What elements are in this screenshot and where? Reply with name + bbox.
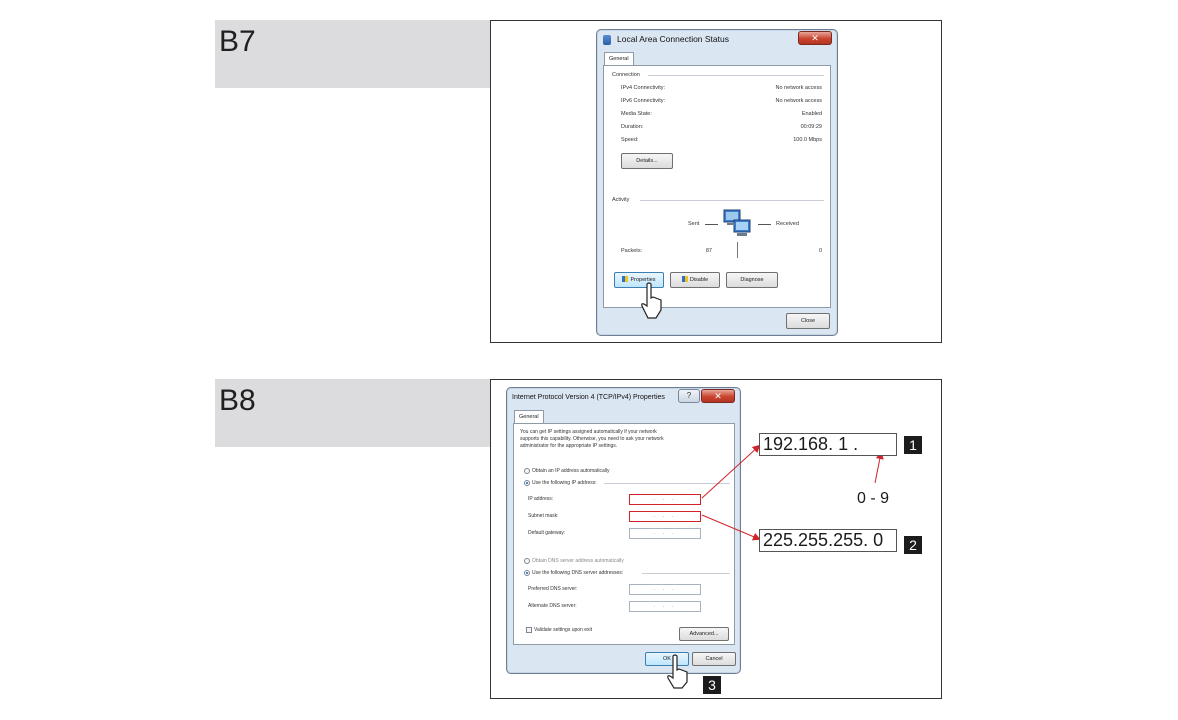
shield-icon: [681, 276, 688, 282]
duration-value: 00:09:29: [800, 124, 822, 130]
shield-icon: [622, 276, 629, 282]
ipv4-connectivity-value: No network access: [775, 85, 822, 91]
step-b7-band: B7: [215, 20, 490, 88]
step-number-3-label: 3: [708, 677, 716, 693]
step-number-3: 3: [703, 676, 721, 694]
step-b7-screenshot-frame: Local Area Connection Status ✕ General C…: [490, 20, 942, 343]
divider: [640, 200, 824, 201]
step-b7-label: B7: [219, 25, 256, 58]
received-label: Received: [776, 221, 799, 227]
ipv4-connectivity-label: IPv4 Connectivity:: [621, 85, 666, 91]
ip-address-callout-value: 192.168. 1 .: [763, 434, 859, 454]
network-computers-icon: [722, 206, 754, 240]
dialog-titlebar: Local Area Connection Status ✕: [597, 30, 837, 50]
diagnose-button[interactable]: Diagnose: [726, 272, 778, 288]
speed-label: Speed:: [621, 137, 639, 143]
received-line: [758, 224, 771, 225]
step-b8-band: B8: [215, 379, 490, 447]
divider: [648, 75, 824, 76]
window-close-button[interactable]: ✕: [798, 31, 832, 45]
ip-range-hint: 0 - 9: [857, 490, 890, 507]
disable-button[interactable]: Disable: [670, 272, 720, 288]
diagnose-button-label: Diagnose: [740, 277, 764, 283]
ipv6-connectivity-label: IPv6 Connectivity:: [621, 98, 666, 104]
sent-line: [705, 224, 718, 225]
packets-label: Packets:: [621, 248, 643, 254]
packets-received-value: 0: [818, 248, 822, 254]
details-button[interactable]: Details...: [621, 153, 673, 169]
disable-button-label: Disable: [689, 277, 709, 283]
packets-sent-value: 87: [705, 248, 712, 254]
subnet-mask-callout: 225.255.255. 0: [759, 529, 897, 552]
local-area-connection-status-dialog: Local Area Connection Status ✕ General C…: [596, 29, 838, 336]
duration-label: Duration:: [621, 124, 644, 130]
step-b8-label: B8: [219, 384, 256, 417]
step-number-2: 2: [904, 536, 922, 554]
step-number-2-label: 2: [909, 537, 917, 553]
range-arrow: [874, 451, 884, 484]
details-button-label: Details...: [636, 158, 658, 164]
connection-group-label: Connection: [612, 72, 640, 78]
mask-callout-arrow: [701, 514, 761, 541]
tab-general[interactable]: General: [604, 52, 634, 65]
close-icon: ✕: [811, 33, 819, 43]
dialog-title: Local Area Connection Status: [617, 34, 729, 44]
step-number-1-label: 1: [909, 437, 917, 453]
speed-value: 100.0 Mbps: [793, 137, 822, 143]
packets-divider: [737, 242, 738, 258]
ip-address-callout: 192.168. 1 .: [759, 433, 897, 456]
sent-label: Sent: [688, 221, 700, 227]
ipv6-connectivity-value: No network access: [775, 98, 822, 104]
activity-group-label: Activity: [612, 197, 630, 203]
subnet-mask-callout-value: 225.255.255. 0: [763, 530, 884, 550]
close-button-label: Close: [800, 318, 816, 324]
ip-callout-arrow: [701, 444, 761, 499]
step-b8-screenshot-frame: Internet Protocol Version 4 (TCP/IPv4) P…: [490, 379, 942, 699]
close-button[interactable]: Close: [786, 313, 830, 329]
general-panel: Connection IPv4 Connectivity: No network…: [603, 65, 831, 308]
media-state-label: Media State:: [621, 111, 652, 117]
mouse-pointer-icon: [639, 282, 665, 320]
tab-general-label: General: [609, 56, 629, 62]
network-app-icon: [603, 35, 611, 45]
media-state-value: Enabled: [801, 111, 822, 117]
step-number-1: 1: [904, 436, 922, 454]
